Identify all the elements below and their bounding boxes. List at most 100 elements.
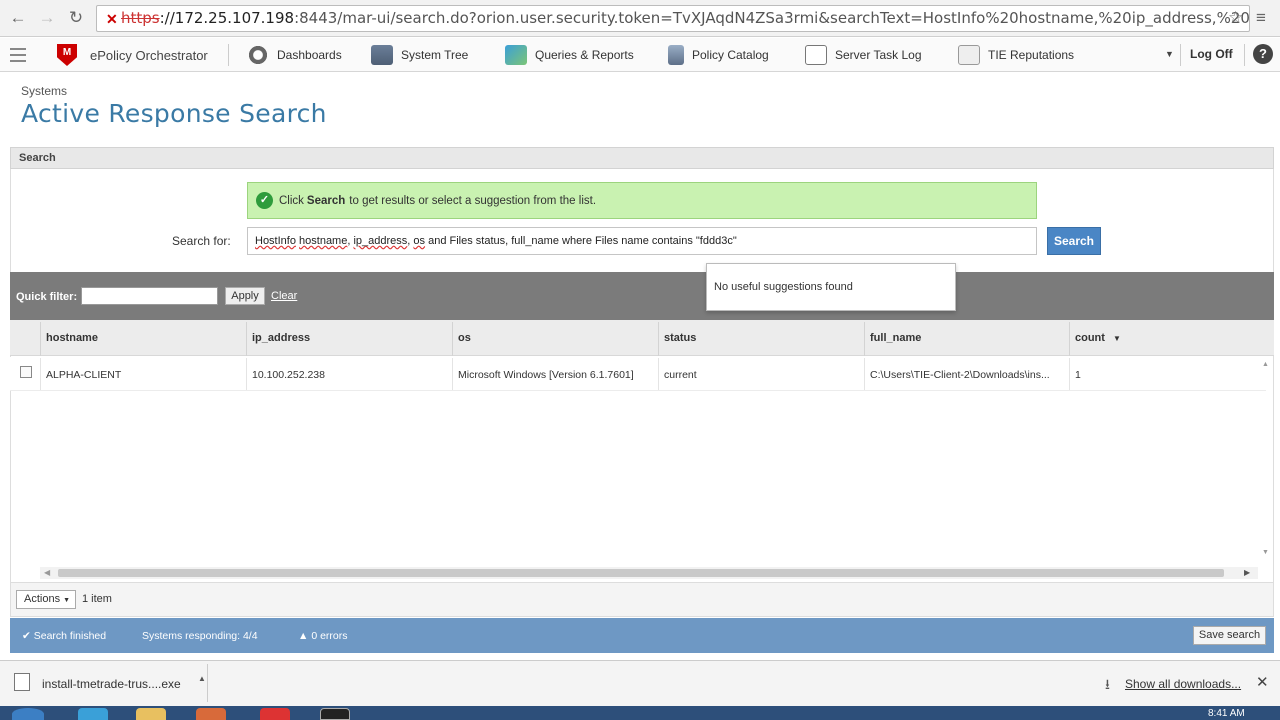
- warning-icon: ▲: [298, 630, 309, 642]
- search-panel-header: Search: [10, 147, 1274, 169]
- apply-button[interactable]: Apply: [225, 287, 265, 305]
- chevron-up-icon[interactable]: ▲: [198, 674, 206, 683]
- scroll-up-icon[interactable]: ▲: [1262, 361, 1269, 368]
- column-divider[interactable]: [246, 322, 247, 356]
- cmd-icon[interactable]: [320, 708, 350, 720]
- ie-icon[interactable]: [78, 708, 108, 720]
- divider: [1180, 44, 1181, 66]
- column-header-hostname[interactable]: hostname: [46, 332, 98, 344]
- scrollbar-thumb[interactable]: [58, 569, 1224, 577]
- url-scheme: https: [121, 9, 160, 27]
- cell-os: Microsoft Windows [Version 6.1.7601]: [458, 369, 634, 381]
- log-off-button[interactable]: Log Off: [1190, 47, 1233, 61]
- nav-label: Queries & Reports: [535, 48, 634, 62]
- start-button-icon[interactable]: [12, 708, 44, 720]
- hint-text-pre: Click: [279, 194, 304, 207]
- cell-divider: [40, 358, 41, 390]
- query-text: and Files status, full_name where Files …: [425, 235, 737, 247]
- scroll-down-icon[interactable]: ▼: [1262, 549, 1269, 556]
- scroll-right-icon[interactable]: ▶: [1244, 568, 1250, 577]
- chrome-icon[interactable]: [260, 708, 290, 720]
- policy-book-icon: [668, 45, 684, 65]
- search-label: Search for:: [172, 234, 231, 248]
- download-arrow-icon: ⭳: [1105, 676, 1110, 692]
- scroll-left-icon[interactable]: ◀: [44, 568, 50, 577]
- cell-hostname: ALPHA-CLIENT: [46, 369, 122, 381]
- insecure-lock-icon[interactable]: ✕: [106, 11, 118, 28]
- download-filename[interactable]: install-tmetrade-trus....exe: [42, 677, 181, 691]
- column-divider[interactable]: [1069, 322, 1070, 356]
- query-token: ip_address: [353, 235, 408, 247]
- close-icon[interactable]: ✕: [1256, 673, 1269, 691]
- nav-queries-reports[interactable]: Queries & Reports: [505, 38, 634, 72]
- chevron-down-icon: ▼: [63, 597, 71, 604]
- hamburger-menu-icon[interactable]: [10, 48, 26, 62]
- browser-menu-icon[interactable]: ≡: [1256, 8, 1266, 28]
- nav-server-task-log[interactable]: Server Task Log: [805, 38, 922, 72]
- cell-full-name: C:\Users\TIE-Client-2\Downloads\ins...: [870, 369, 1050, 381]
- mcafee-shield-icon: M: [57, 44, 77, 66]
- query-token: HostInfo: [255, 235, 296, 247]
- column-divider[interactable]: [452, 322, 453, 356]
- nav-system-tree[interactable]: System Tree: [371, 38, 468, 72]
- column-divider[interactable]: [658, 322, 659, 356]
- search-input[interactable]: HostInfo hostname, ip_address, os and Fi…: [247, 227, 1037, 255]
- row-checkbox[interactable]: [20, 366, 32, 378]
- column-divider: [40, 322, 41, 356]
- quick-filter-label: Quick filter:: [16, 291, 78, 303]
- system-tree-icon: [371, 45, 393, 65]
- hint-text-post: to get results or select a suggestion fr…: [349, 194, 597, 207]
- column-header-count[interactable]: count: [1075, 332, 1105, 344]
- nav-label: Policy Catalog: [692, 48, 769, 62]
- nav-label: TIE Reputations: [988, 48, 1075, 62]
- column-header-status[interactable]: status: [664, 332, 696, 344]
- clock: 8:41 AM: [1208, 708, 1245, 719]
- quick-filter-input[interactable]: [81, 287, 218, 305]
- vertical-scrollbar[interactable]: ▲ ▼: [1260, 357, 1272, 567]
- column-divider[interactable]: [864, 322, 865, 356]
- item-count: 1 item: [82, 593, 112, 605]
- clear-link[interactable]: Clear: [271, 290, 297, 302]
- search-hint-banner: ✓ Click Search to get results or select …: [247, 182, 1037, 219]
- media-icon[interactable]: [196, 708, 226, 720]
- file-icon: [14, 673, 30, 691]
- back-arrow-icon[interactable]: ←: [8, 8, 28, 28]
- nav-tie-reputations[interactable]: TIE Reputations: [958, 38, 1074, 72]
- taskbar: [0, 706, 1280, 720]
- status-finished: ✔ Search finished: [22, 630, 106, 642]
- nav-dashboards[interactable]: Dashboards: [247, 38, 342, 72]
- search-button[interactable]: Search: [1047, 227, 1101, 255]
- sort-desc-icon[interactable]: ▼: [1113, 334, 1121, 343]
- column-header-os[interactable]: os: [458, 332, 471, 344]
- nav-policy-catalog[interactable]: Policy Catalog: [668, 38, 769, 72]
- horizontal-scrollbar[interactable]: ◀ ▶: [40, 567, 1258, 579]
- reload-icon[interactable]: ↻: [66, 8, 86, 28]
- breadcrumb[interactable]: Systems: [21, 84, 67, 98]
- address-bar[interactable]: https://172.25.107.198:8443/mar-ui/searc…: [96, 5, 1250, 32]
- forward-arrow-icon[interactable]: →: [37, 8, 57, 28]
- tie-reputation-icon: [958, 45, 980, 65]
- folder-icon[interactable]: [136, 708, 166, 720]
- nav-label: Dashboards: [277, 48, 342, 62]
- help-icon[interactable]: ?: [1253, 44, 1273, 64]
- nav-label: System Tree: [401, 48, 469, 62]
- show-all-downloads-link[interactable]: Show all downloads...: [1125, 677, 1241, 691]
- divider: [1244, 44, 1245, 66]
- actions-button[interactable]: Actions ▼: [16, 590, 76, 609]
- cell-count: 1: [1075, 369, 1081, 381]
- cell-divider: [1069, 358, 1070, 390]
- brand: M ePolicy Orchestrator: [57, 44, 208, 66]
- cell-status: current: [664, 369, 697, 381]
- dashboard-gauge-icon: [247, 45, 269, 65]
- column-header-full-name[interactable]: full_name: [870, 332, 921, 344]
- systems-responding: Systems responding: 4/4: [142, 630, 258, 642]
- bookmark-star-icon[interactable]: ☆: [1228, 8, 1243, 28]
- actions-bar: [10, 582, 1274, 617]
- save-search-button[interactable]: Save search: [1193, 626, 1266, 645]
- errors-label: 0 errors: [311, 630, 348, 642]
- column-header-ip-address[interactable]: ip_address: [252, 332, 310, 344]
- checkmark-icon: ✔: [22, 630, 31, 642]
- check-circle-icon: ✓: [256, 192, 273, 209]
- cell-divider: [246, 358, 247, 390]
- chevron-down-icon[interactable]: ▼: [1165, 49, 1174, 59]
